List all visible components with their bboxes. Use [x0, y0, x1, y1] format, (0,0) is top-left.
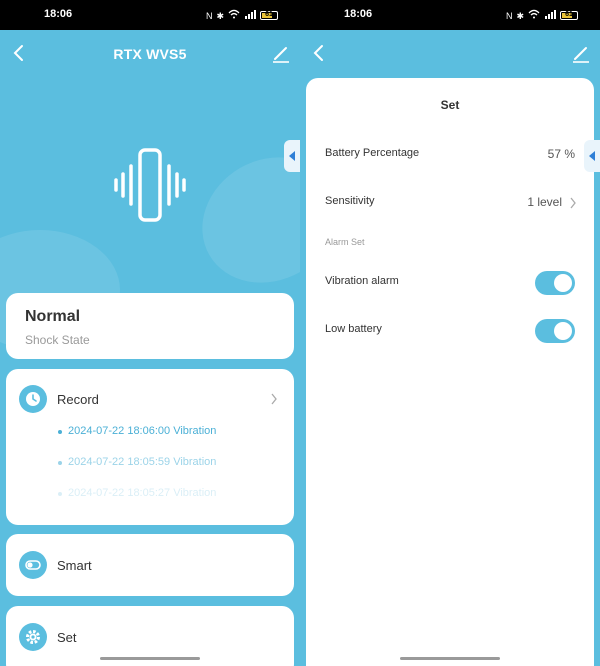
- battery-percentage-row: Battery Percentage 57 %: [306, 134, 594, 174]
- low-battery-toggle[interactable]: [535, 319, 575, 343]
- battery-level: 61: [565, 11, 573, 18]
- battery-level: 61: [265, 11, 273, 18]
- toggle-icon: [19, 551, 47, 579]
- settings-sheet: Set Battery Percentage 57 % Sensitivity …: [306, 78, 594, 666]
- vibration-alarm-label: Vibration alarm: [325, 275, 399, 287]
- status-time: 18:06: [344, 8, 373, 20]
- chevron-right-icon: [570, 197, 576, 209]
- wifi-icon: [528, 9, 540, 22]
- vibration-device-icon: [114, 148, 186, 222]
- signal-icon: [544, 9, 556, 22]
- device-screen: 18:06 N ✱ 61 RTX WVS5 Normal Shock State…: [0, 0, 300, 666]
- home-indicator[interactable]: [400, 657, 500, 660]
- home-indicator[interactable]: [100, 657, 200, 660]
- battery-percentage-value: 57 %: [547, 147, 575, 161]
- status-icons: N ✱ 61: [206, 9, 278, 22]
- screenshot-stage: 18:06 N ✱ 61 RTX WVS5 Normal Shock State…: [0, 0, 600, 666]
- shock-state-label: Shock State: [25, 333, 90, 347]
- sensitivity-row[interactable]: Sensitivity 1 level: [306, 182, 594, 222]
- shock-state-value: Normal: [25, 308, 81, 325]
- sensitivity-value: 1 level: [527, 195, 562, 209]
- side-drawer-tab[interactable]: [584, 140, 600, 172]
- low-battery-row: Low battery: [306, 310, 594, 350]
- smart-title: Smart: [57, 558, 92, 573]
- top-nav: RTX WVS5: [0, 30, 300, 78]
- vibration-alarm-toggle[interactable]: [535, 271, 575, 295]
- nfc-icon: N: [505, 10, 513, 21]
- status-bar: 18:06 N ✱ 61: [0, 0, 300, 30]
- edit-icon[interactable]: [570, 42, 592, 64]
- shock-state-card: Normal Shock State: [6, 293, 294, 359]
- battery-percentage-label: Battery Percentage: [325, 147, 420, 159]
- arrow-left-icon: [589, 151, 595, 161]
- low-battery-label: Low battery: [325, 323, 382, 335]
- device-screen: 18:06 N ✱ 61 Set Battery Percentage 57 %…: [300, 0, 600, 666]
- sensitivity-label: Sensitivity: [325, 195, 375, 207]
- top-nav: [300, 30, 600, 78]
- edit-icon[interactable]: [270, 42, 292, 64]
- status-bar: 18:06 N ✱ 61: [300, 0, 600, 30]
- decorative-cloud: [179, 133, 300, 307]
- nfc-icon: N: [205, 10, 213, 21]
- battery-icon: 61: [260, 11, 278, 20]
- vibration-alarm-row: Vibration alarm: [306, 262, 594, 302]
- wifi-icon: [228, 9, 240, 22]
- smart-card[interactable]: Smart: [6, 534, 294, 596]
- side-drawer-tab[interactable]: [284, 140, 300, 172]
- status-icons: N ✱ 61: [506, 9, 578, 22]
- status-time: 18:06: [44, 8, 73, 20]
- alarm-set-section-label: Alarm Set: [325, 237, 365, 247]
- clock-icon: [19, 385, 47, 413]
- battery-icon: 61: [560, 11, 578, 20]
- bluetooth-icon: ✱: [516, 10, 524, 21]
- signal-icon: [244, 9, 256, 22]
- set-title: Set: [57, 630, 77, 645]
- back-icon[interactable]: [308, 42, 330, 64]
- chevron-right-icon: [271, 393, 277, 405]
- arrow-left-icon: [289, 151, 295, 161]
- sheet-title: Set: [440, 98, 460, 112]
- device-title: RTX WVS5: [113, 46, 187, 62]
- gear-icon: [19, 623, 47, 651]
- bluetooth-icon: ✱: [216, 10, 224, 21]
- record-title: Record: [57, 392, 99, 407]
- record-card[interactable]: Record 2024-07-22 18:06:00 Vibration 202…: [6, 369, 294, 525]
